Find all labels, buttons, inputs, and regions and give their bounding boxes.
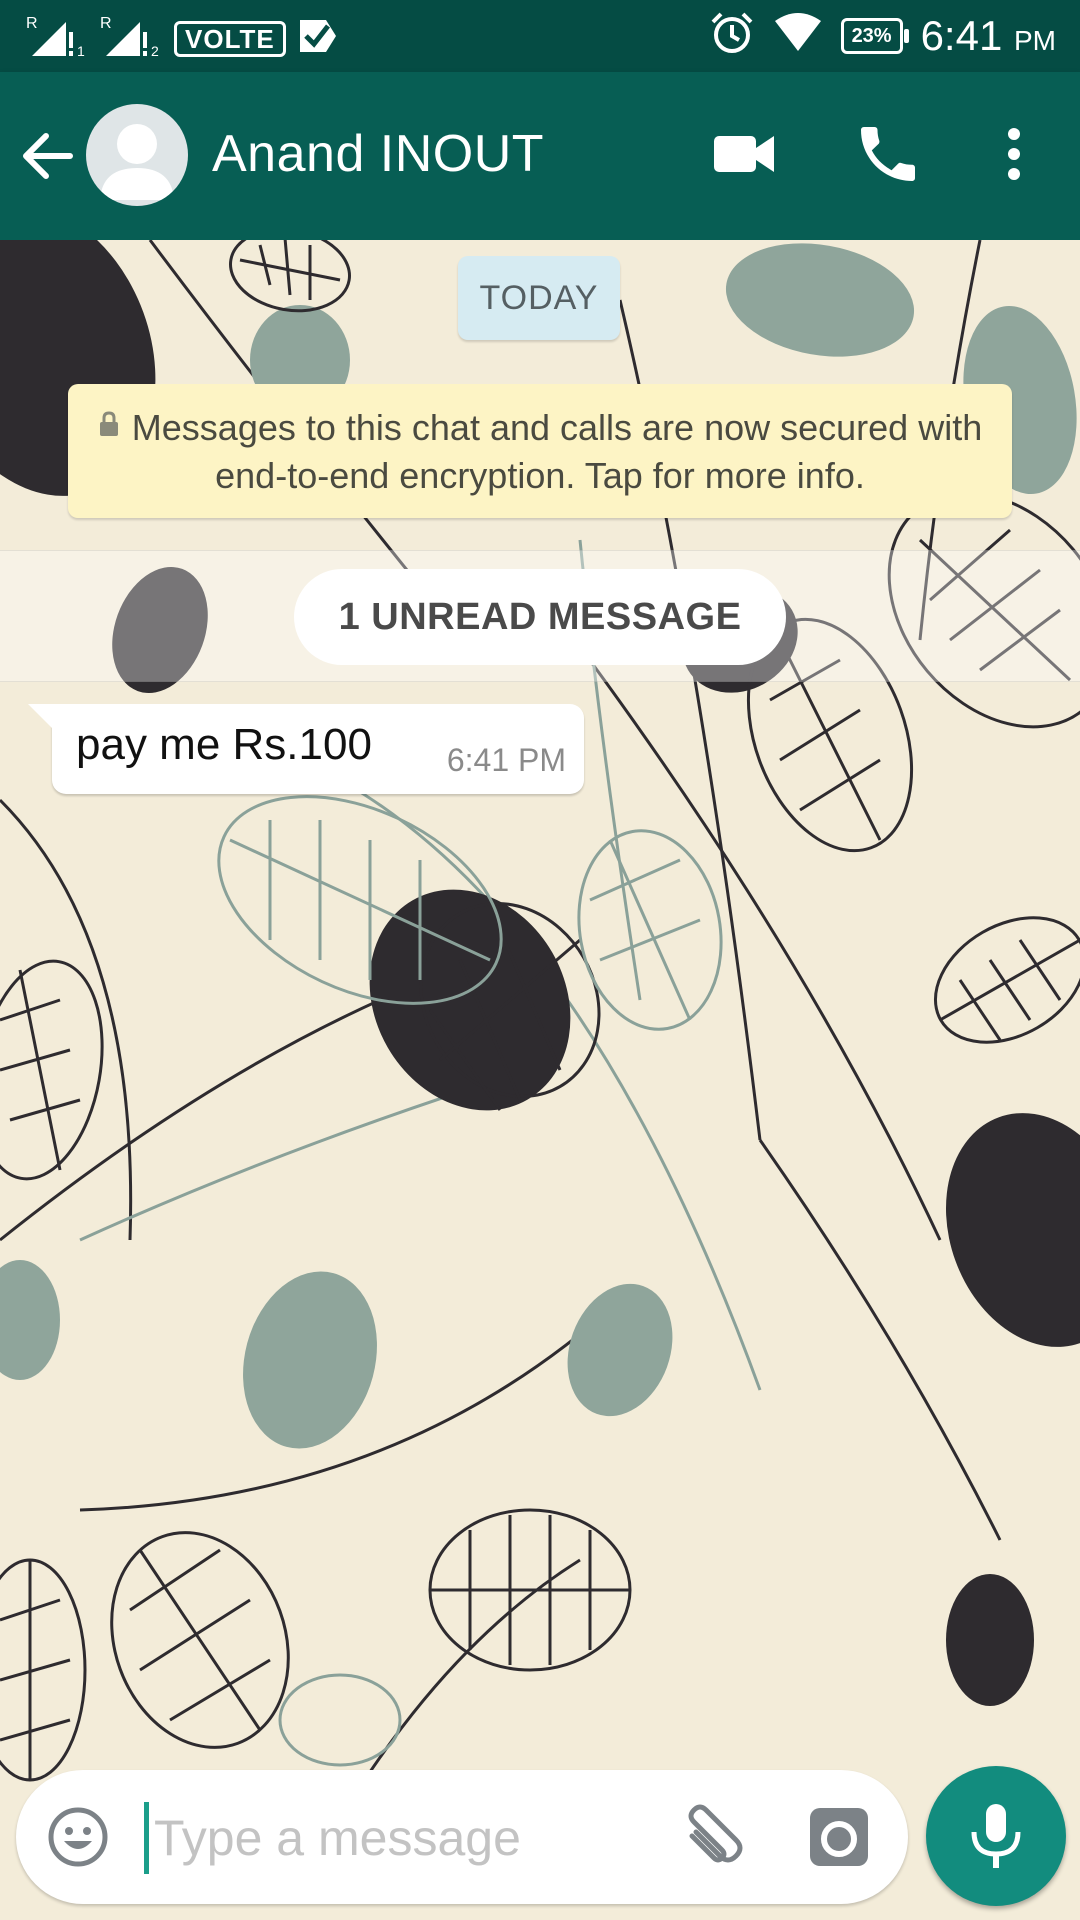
- message-bubble-tail: [28, 704, 52, 728]
- contact-name[interactable]: Anand INOUT: [212, 124, 544, 184]
- attach-icon: [688, 1804, 743, 1863]
- chat-area[interactable]: TODAY Messages to this chat and calls ar…: [0, 240, 1080, 1920]
- status-right-group: 23% 6:41 PM: [709, 10, 1056, 61]
- contact-avatar[interactable]: [86, 104, 188, 206]
- back-button[interactable]: [16, 124, 80, 188]
- check-icon: [296, 14, 344, 63]
- chat-header: Anand INOUT: [0, 72, 1080, 240]
- emoji-button[interactable]: [46, 1805, 110, 1869]
- sim1-label: R: [26, 15, 38, 32]
- back-arrow-icon: [23, 133, 73, 179]
- status-left-group: R 1 R 2 VOLTE: [26, 14, 344, 63]
- emoji-icon: [48, 1807, 108, 1867]
- unread-divider: 1 UNREAD MESSAGE: [0, 550, 1080, 682]
- status-bar: R 1 R 2 VOLTE 23% 6:41 PM: [0, 0, 1080, 72]
- sim2-slot: 2: [151, 43, 159, 58]
- encryption-notice[interactable]: Messages to this chat and calls are now …: [68, 384, 1012, 518]
- more-vert-icon: [1008, 128, 1020, 180]
- clock-time: 6:41: [920, 11, 1003, 59]
- video-call-icon: [714, 136, 774, 172]
- message-input[interactable]: [148, 1798, 664, 1878]
- signal-sim1-icon: R 1: [26, 14, 90, 63]
- message-bubble[interactable]: pay me Rs.100 6:41 PM: [28, 704, 584, 794]
- phone-icon: [861, 127, 915, 181]
- clock-ampm: PM: [1014, 24, 1056, 56]
- battery-icon: 23%: [840, 17, 909, 54]
- encryption-text: Messages to this chat and calls are now …: [131, 407, 983, 496]
- voice-record-button[interactable]: [926, 1766, 1066, 1906]
- signal-sim2-icon: R 2: [100, 14, 164, 63]
- alarm-icon: [709, 10, 755, 61]
- mic-icon: [971, 1804, 1021, 1868]
- message-timestamp: 6:41 PM: [446, 742, 566, 778]
- unread-label: 1 UNREAD MESSAGE: [294, 569, 786, 665]
- lock-icon: [98, 402, 120, 450]
- status-clock: 6:41 PM: [921, 12, 1056, 60]
- sim1-slot: 1: [77, 43, 85, 58]
- message-text: pay me Rs.100: [76, 720, 372, 769]
- camera-button[interactable]: [806, 1804, 872, 1870]
- sim2-label: R: [100, 15, 112, 32]
- date-chip: TODAY: [458, 256, 620, 340]
- avatar-placeholder-icon: [100, 124, 174, 200]
- camera-icon: [810, 1808, 868, 1866]
- volte-badge: VOLTE: [174, 20, 286, 57]
- more-options-button[interactable]: [978, 118, 1050, 190]
- message-composer: [16, 1770, 908, 1904]
- video-call-button[interactable]: [708, 118, 780, 190]
- voice-call-button[interactable]: [852, 118, 924, 190]
- wifi-icon: [773, 11, 823, 60]
- attach-button[interactable]: [676, 1802, 746, 1872]
